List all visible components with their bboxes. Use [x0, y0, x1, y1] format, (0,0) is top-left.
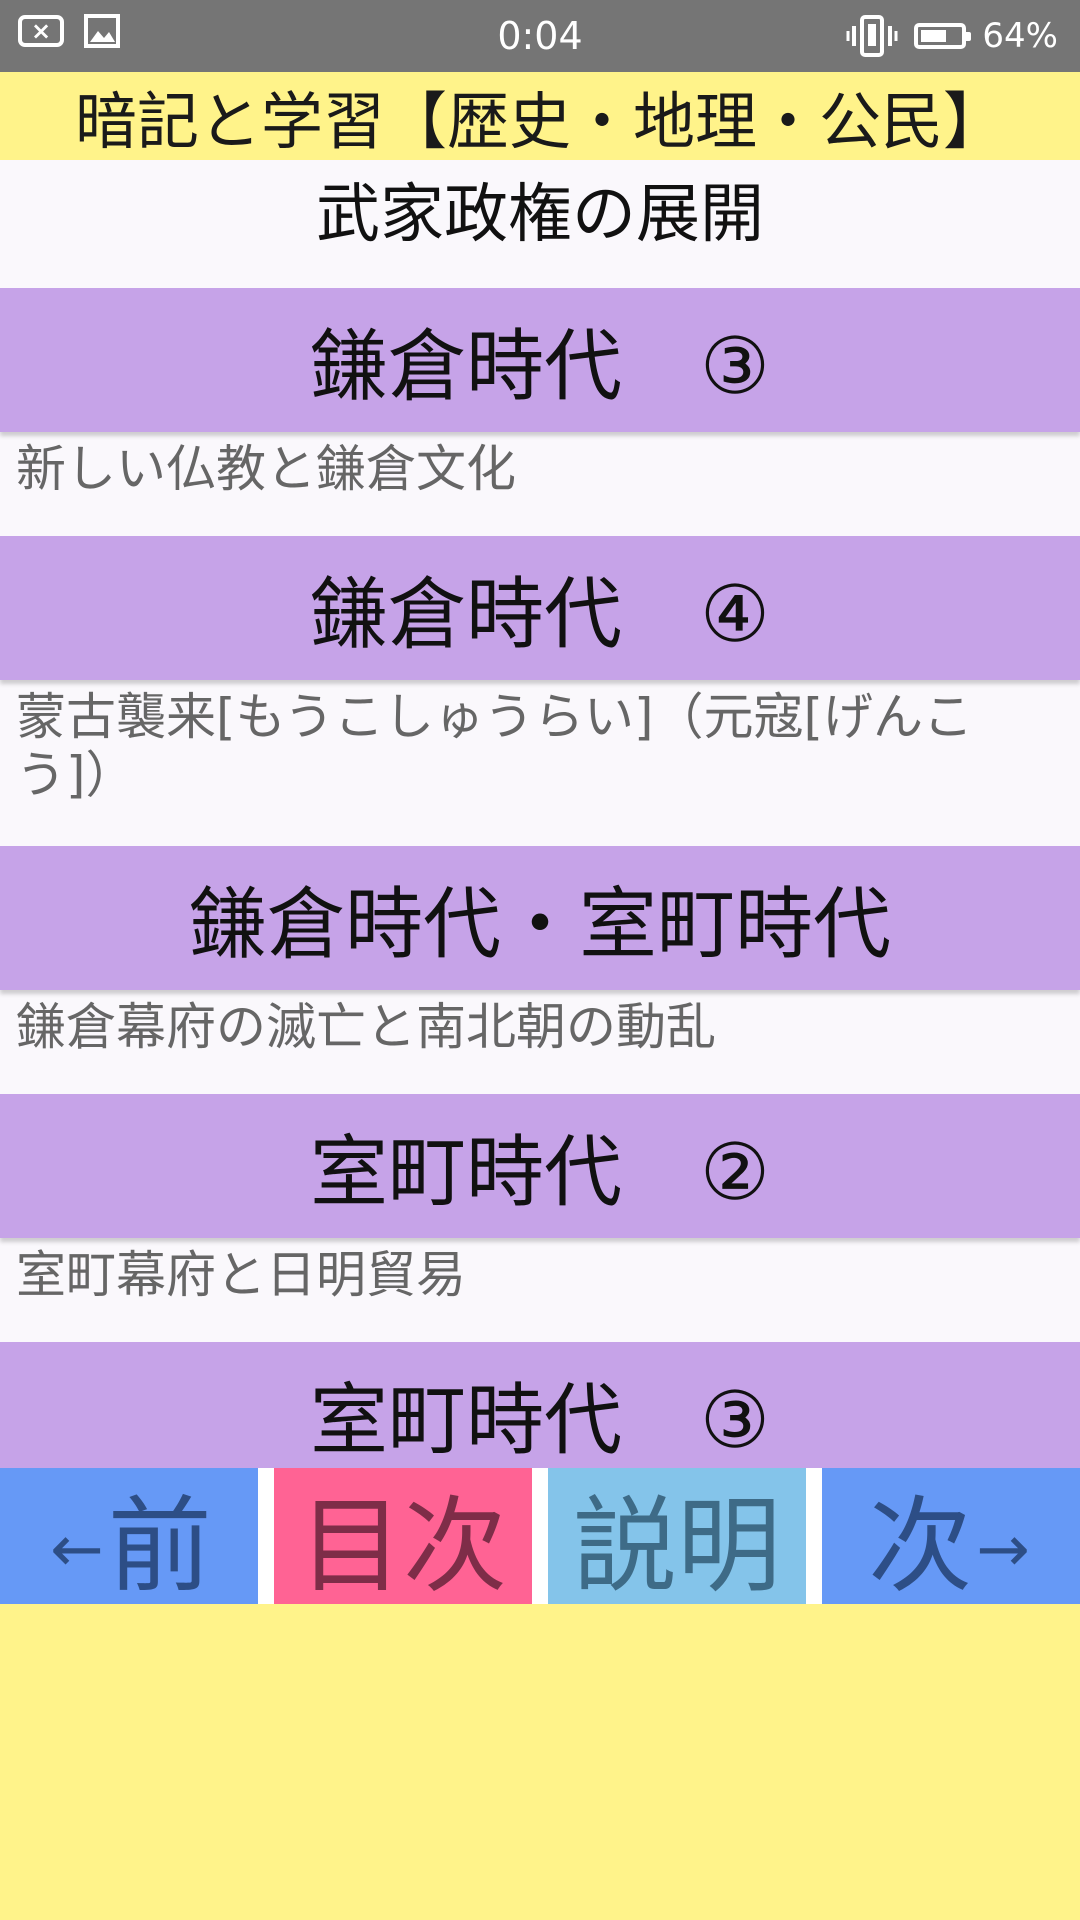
- prev-label: 前: [107, 1484, 212, 1605]
- list-item[interactable]: 鎌倉時代 ③ 新しい仏教と鎌倉文化: [0, 288, 1080, 536]
- next-button[interactable]: 次 →: [822, 1468, 1080, 1604]
- topic-button[interactable]: 室町時代 ③: [0, 1342, 1080, 1468]
- right-arrow-icon: →: [976, 1513, 1030, 1587]
- list-item[interactable]: 鎌倉時代・室町時代 鎌倉幕府の滅亡と南北朝の動乱: [0, 846, 1080, 1094]
- left-arrow-icon: ←: [50, 1513, 104, 1587]
- help-button[interactable]: 説明: [548, 1468, 806, 1604]
- topic-subtitle: 蒙古襲来[もうこしゅうらい]（元寇[げんこう]）: [16, 688, 974, 804]
- help-label: 説明: [572, 1484, 781, 1605]
- topic-button[interactable]: 室町時代 ②: [0, 1094, 1080, 1238]
- topic-list[interactable]: 武家政権の展開 鎌倉時代 ③ 新しい仏教と鎌倉文化 鎌倉時代 ④ 蒙古襲来[もう…: [0, 160, 1080, 1468]
- list-item[interactable]: 室町時代 ② 室町幕府と日明貿易: [0, 1094, 1080, 1342]
- status-bar: × 0:04 64%: [0, 0, 1080, 72]
- bottom-nav: ← 前 目次 説明 次 →: [0, 1468, 1080, 1604]
- next-label: 次: [868, 1484, 973, 1605]
- list-item[interactable]: 鎌倉時代 ④ 蒙古襲来[もうこしゅうらい]（元寇[げんこう]）: [0, 536, 1080, 846]
- topic-button[interactable]: 鎌倉時代・室町時代: [0, 846, 1080, 990]
- battery-icon: [914, 23, 972, 49]
- topic-subtitle: 室町幕府と日明貿易: [16, 1246, 466, 1304]
- topic-subtitle: 新しい仏教と鎌倉文化: [16, 440, 516, 498]
- topic-button[interactable]: 鎌倉時代 ④: [0, 536, 1080, 680]
- battery-percent: 64%: [982, 16, 1058, 56]
- prev-button[interactable]: ← 前: [0, 1468, 258, 1604]
- toc-label: 目次: [298, 1484, 507, 1605]
- toc-button[interactable]: 目次: [274, 1468, 532, 1604]
- list-item[interactable]: 室町時代 ③: [0, 1342, 1080, 1468]
- battery-level: [921, 30, 946, 42]
- app-title: 暗記と学習【歴史・地理・公民】: [0, 72, 1080, 160]
- vibrate-icon: [846, 15, 898, 57]
- topic-subtitle: 鎌倉幕府の滅亡と南北朝の動乱: [16, 998, 716, 1056]
- status-right-icons: 64%: [846, 14, 1058, 58]
- topic-button[interactable]: 鎌倉時代 ③: [0, 288, 1080, 432]
- section-heading: 武家政権の展開: [316, 178, 764, 252]
- empty-area: [0, 1604, 1080, 1920]
